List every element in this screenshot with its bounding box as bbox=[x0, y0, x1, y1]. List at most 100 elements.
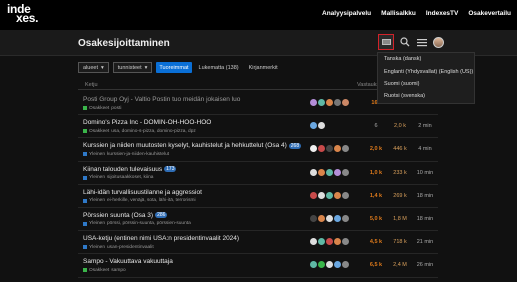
poster-avatar[interactable] bbox=[334, 99, 341, 106]
poster-avatar[interactable] bbox=[342, 191, 349, 199]
last-activity[interactable]: 21 min bbox=[412, 239, 438, 245]
topic-title[interactable]: Sampo - Vakuuttava vakuuttaja bbox=[83, 258, 173, 265]
poster-avatar[interactable] bbox=[342, 145, 349, 153]
topic-tags[interactable]: kurssien-ja-niiden-kauhistelut bbox=[107, 152, 169, 157]
tags-dropdown[interactable]: tunnisteet ▾ bbox=[112, 62, 153, 73]
category-label[interactable]: Yleinen bbox=[89, 245, 105, 250]
reply-count[interactable]: 4,5 k bbox=[366, 239, 386, 245]
categories-dropdown[interactable]: alueet ▾ bbox=[78, 62, 109, 73]
poster-avatar[interactable] bbox=[334, 168, 341, 176]
reply-count[interactable]: 6 bbox=[366, 123, 386, 129]
topic-title[interactable]: Posti Group Oyj - Valtio Postin tuo meid… bbox=[83, 96, 240, 103]
column-header-topic[interactable]: Ketju bbox=[85, 82, 98, 88]
poster-avatar[interactable] bbox=[326, 238, 333, 246]
unread-count-badge[interactable]: 173 bbox=[164, 165, 177, 172]
poster-avatar[interactable] bbox=[342, 261, 349, 269]
poster-avatar[interactable] bbox=[334, 191, 341, 199]
topic-tags[interactable]: pörssi, pörssin-suunta, pörssien-suunta bbox=[107, 221, 191, 226]
reply-count[interactable]: 5,0 k bbox=[366, 216, 386, 222]
last-activity[interactable]: 18 min bbox=[412, 216, 438, 222]
topic-title[interactable]: USA-ketju (entinen nimi USA:n presidenti… bbox=[83, 235, 239, 242]
poster-avatar[interactable] bbox=[318, 191, 325, 199]
table-row[interactable]: Domino's Pizza Inc - DOMIN-OH-HOO-HOO Osa… bbox=[78, 115, 438, 139]
category-label[interactable]: Yleinen bbox=[89, 221, 105, 226]
topic-title[interactable]: Kiinan talouden tulevaisuus 173 bbox=[83, 165, 177, 173]
nav-link-mallisalkku[interactable]: Mallisalkku bbox=[381, 10, 416, 17]
last-activity[interactable]: 10 min bbox=[412, 170, 438, 176]
poster-avatar[interactable] bbox=[310, 145, 317, 153]
topic-tags[interactable]: usa, domino-s-pizza, domino-pizza, dpz bbox=[111, 129, 196, 134]
poster-avatar[interactable] bbox=[334, 214, 341, 222]
category-label[interactable]: Osakkeet bbox=[89, 129, 109, 134]
category-label[interactable]: Yleinen bbox=[89, 152, 105, 157]
page-title[interactable]: Osakesijoittaminen bbox=[78, 38, 170, 49]
poster-avatar[interactable] bbox=[326, 261, 333, 269]
tab-latest[interactable]: Tuoreimmat bbox=[156, 62, 192, 73]
table-row[interactable]: Lähi-idän turvallisuustilanne ja aggress… bbox=[78, 185, 438, 208]
topic-title[interactable]: Kurssien ja niiden muutosten kyselyt, ka… bbox=[83, 142, 302, 149]
nav-link-indexestv[interactable]: IndexesTV bbox=[426, 10, 459, 17]
poster-avatar[interactable] bbox=[310, 99, 317, 106]
poster-avatar[interactable] bbox=[310, 261, 317, 269]
tab-bookmarks[interactable]: Kirjanmerkit bbox=[246, 62, 281, 73]
category-label[interactable]: Yleinen bbox=[89, 198, 105, 203]
last-activity[interactable]: 2 min bbox=[412, 123, 438, 129]
category-label[interactable]: Osakkeet bbox=[89, 268, 109, 273]
poster-avatar[interactable] bbox=[342, 214, 349, 222]
poster-avatar[interactable] bbox=[318, 261, 325, 269]
reply-count[interactable]: 1,4 k bbox=[366, 193, 386, 199]
tab-unread[interactable]: Lukematta (138) bbox=[196, 62, 242, 73]
poster-avatar[interactable] bbox=[326, 191, 333, 199]
poster-avatar[interactable] bbox=[318, 122, 325, 130]
topic-title[interactable]: Domino's Pizza Inc - DOMIN-OH-HOO-HOO bbox=[83, 119, 211, 126]
poster-avatar[interactable] bbox=[326, 214, 333, 222]
table-row[interactable]: Kiinan talouden tulevaisuus 173 Yleinen sij… bbox=[78, 162, 438, 185]
category-label[interactable]: Osakkeet bbox=[89, 106, 109, 111]
poster-avatar[interactable] bbox=[318, 168, 325, 176]
poster-avatar[interactable] bbox=[310, 238, 317, 246]
poster-avatar[interactable] bbox=[326, 145, 333, 153]
poster-avatar[interactable] bbox=[310, 214, 317, 222]
last-activity[interactable]: 4 min bbox=[412, 146, 438, 152]
poster-avatar[interactable] bbox=[326, 99, 333, 106]
unread-count-badge[interactable]: 268 bbox=[288, 142, 302, 149]
site-logo[interactable]: inde xes. bbox=[7, 3, 38, 24]
poster-avatar[interactable] bbox=[342, 99, 349, 106]
table-row[interactable]: USA-ketju (entinen nimi USA:n presidenti… bbox=[78, 231, 438, 255]
last-activity[interactable]: 18 min bbox=[412, 193, 438, 199]
search-button[interactable] bbox=[399, 36, 411, 48]
reply-count[interactable]: 1,0 k bbox=[366, 170, 386, 176]
topic-tags[interactable]: sampo bbox=[111, 268, 125, 273]
language-option-english-us[interactable]: Englanti (Yhdysvallat) (English (US)) bbox=[378, 65, 474, 77]
topic-tags[interactable]: sijoitusaakkoset, kiina bbox=[107, 175, 153, 180]
topic-tags[interactable]: usan-presidentinvaalit bbox=[107, 245, 154, 250]
topic-tags[interactable]: ei-herkille, venäjä, sota, lähi-itä, ter… bbox=[107, 198, 196, 203]
reply-count[interactable]: 2,0 k bbox=[366, 146, 386, 152]
poster-avatar[interactable] bbox=[310, 191, 317, 199]
poster-avatar[interactable] bbox=[334, 238, 341, 246]
table-row[interactable]: Sampo - Vakuuttava vakuuttaja Osakkeet sam… bbox=[78, 254, 438, 278]
poster-avatar[interactable] bbox=[334, 261, 341, 269]
poster-avatar[interactable] bbox=[318, 238, 325, 246]
poster-avatar[interactable] bbox=[342, 238, 349, 246]
language-option-swedish[interactable]: Ruotsi (svenska) bbox=[378, 90, 474, 102]
topic-title[interactable]: Pörssien suunta (Osa 3) 286 bbox=[83, 212, 168, 219]
topic-tags[interactable]: posti bbox=[111, 106, 121, 111]
poster-avatar[interactable] bbox=[310, 168, 317, 176]
nav-link-osakevertailu[interactable]: Osakevertailu bbox=[468, 10, 511, 17]
language-switcher-button[interactable] bbox=[378, 34, 394, 50]
poster-avatar[interactable] bbox=[326, 168, 333, 176]
category-label[interactable]: Yleinen bbox=[89, 175, 105, 180]
language-option-finnish[interactable]: Suomi (suomi) bbox=[378, 78, 474, 90]
poster-avatar[interactable] bbox=[318, 99, 325, 106]
poster-avatar[interactable] bbox=[318, 214, 325, 222]
menu-button[interactable] bbox=[416, 36, 428, 48]
language-option-danish[interactable]: Tanska (dansk) bbox=[378, 53, 474, 65]
avatar[interactable] bbox=[433, 36, 444, 48]
poster-avatar[interactable] bbox=[318, 145, 325, 153]
nav-link-analyysipalvelu[interactable]: Analyysipalvelu bbox=[322, 10, 371, 17]
last-activity[interactable]: 26 min bbox=[412, 262, 438, 268]
topic-title[interactable]: Lähi-idän turvallisuustilanne ja aggress… bbox=[83, 189, 202, 196]
unread-count-badge[interactable]: 286 bbox=[155, 212, 168, 219]
poster-avatar[interactable] bbox=[342, 168, 349, 176]
